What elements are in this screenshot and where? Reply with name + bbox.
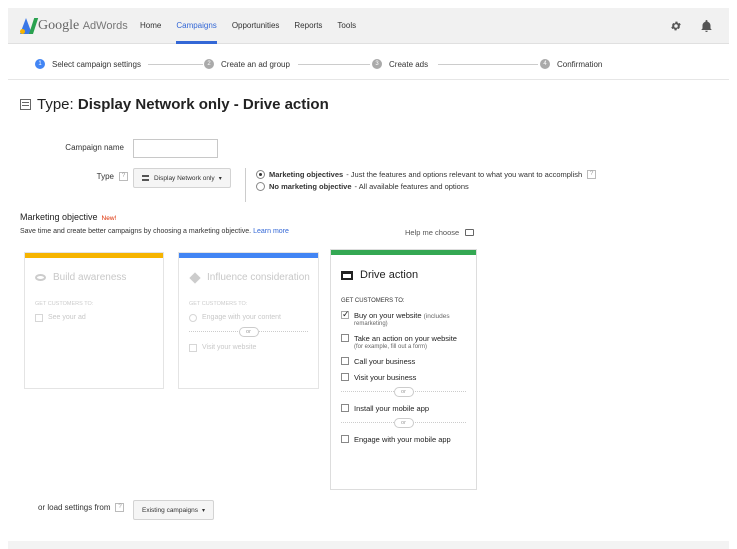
credit-card-icon [341, 270, 353, 280]
nav-tools[interactable]: Tools [337, 8, 356, 44]
main-nav: Home Campaigns Opportunities Reports Too… [140, 8, 371, 44]
help-me-choose-link[interactable]: Help me choose [405, 228, 475, 237]
option-take-action-on-website[interactable]: Take an action on your website (for examp… [331, 327, 476, 350]
adwords-logo-icon [20, 18, 39, 34]
option-call-business[interactable]: Call your business [331, 350, 476, 366]
logo-text: Google AdWords [38, 18, 128, 33]
bell-icon[interactable] [699, 19, 713, 33]
help-icon[interactable]: ? [115, 503, 125, 512]
chevron-down-icon: ▾ [218, 175, 222, 182]
learn-more-link[interactable]: Learn more [253, 228, 289, 235]
step-create-ad-group[interactable]: 2 Create an ad group [204, 59, 290, 69]
marketing-objective-title: Marketing objective New! [20, 212, 117, 222]
display-network-icon [142, 175, 149, 181]
step-create-ads[interactable]: 3 Create ads [372, 59, 428, 69]
page-title: Type: Display Network only - Drive actio… [20, 96, 329, 113]
load-settings-row: or load settings from? [38, 503, 125, 512]
step-select-campaign-settings[interactable]: 1 Select campaign settings [35, 59, 141, 69]
campaign-name-input[interactable] [133, 139, 218, 158]
radio-button[interactable] [256, 170, 265, 179]
radio-no-marketing-objective[interactable]: No marketing objective - All available fe… [256, 182, 469, 191]
option-visit-business[interactable]: Visit your business [331, 366, 476, 382]
existing-campaigns-dropdown[interactable]: Existing campaigns ▾ [133, 500, 215, 520]
checkbox[interactable] [341, 357, 349, 365]
step-confirmation[interactable]: 4 Confirmation [540, 59, 602, 69]
or-divider: or [341, 387, 466, 397]
option-buy-on-website[interactable]: Buy on your website (includesremarketing… [331, 304, 476, 327]
checkbox[interactable] [341, 334, 349, 342]
option-see-your-ad[interactable]: See your ad [25, 307, 163, 322]
card-influence-consideration[interactable]: Influence consideration GET CUSTOMERS TO… [178, 252, 319, 389]
nav-opportunities[interactable]: Opportunities [232, 8, 280, 44]
nav-reports[interactable]: Reports [294, 8, 322, 44]
help-icon[interactable]: ? [119, 172, 128, 182]
marketing-objective-description: Save time and create better campaigns by… [20, 228, 289, 235]
top-bar: Google AdWords Home Campaigns Opportunit… [8, 8, 729, 44]
checkbox[interactable] [341, 435, 349, 443]
checkbox[interactable] [341, 373, 349, 381]
option-engage-with-content[interactable]: Engage with your content [179, 307, 318, 322]
radio-marketing-objectives[interactable]: Marketing objectives - Just the features … [256, 170, 597, 179]
campaign-type-icon [20, 99, 31, 110]
campaign-name-label: Campaign name [65, 143, 124, 152]
network-type-dropdown[interactable]: Display Network only ▾ [133, 168, 231, 188]
radio-button[interactable] [256, 182, 265, 191]
checkbox[interactable] [35, 314, 43, 322]
radio-button[interactable] [189, 314, 197, 322]
campaign-stepper: 1 Select campaign settings 2 Create an a… [8, 46, 729, 80]
checkbox[interactable] [189, 344, 197, 352]
card-drive-action[interactable]: Drive action GET CUSTOMERS TO: Buy on yo… [330, 249, 477, 490]
adwords-logo[interactable]: Google AdWords [20, 18, 128, 34]
gear-icon[interactable] [669, 19, 683, 33]
new-badge: New! [101, 215, 117, 222]
type-label: Type? [60, 172, 128, 182]
card-build-awareness[interactable]: Build awareness GET CUSTOMERS TO: See yo… [24, 252, 164, 389]
or-divider: or [189, 327, 308, 337]
checkbox[interactable] [341, 404, 349, 412]
nav-campaigns[interactable]: Campaigns [176, 8, 218, 44]
eye-icon [35, 274, 46, 281]
footer-bar [8, 541, 729, 549]
chevron-down-icon: ▾ [202, 507, 206, 514]
diamond-icon [189, 271, 201, 284]
help-icon[interactable]: ? [587, 170, 597, 179]
nav-home[interactable]: Home [140, 8, 161, 44]
chat-icon [465, 229, 475, 236]
or-divider: or [341, 418, 466, 428]
checkbox-checked[interactable] [341, 309, 350, 320]
